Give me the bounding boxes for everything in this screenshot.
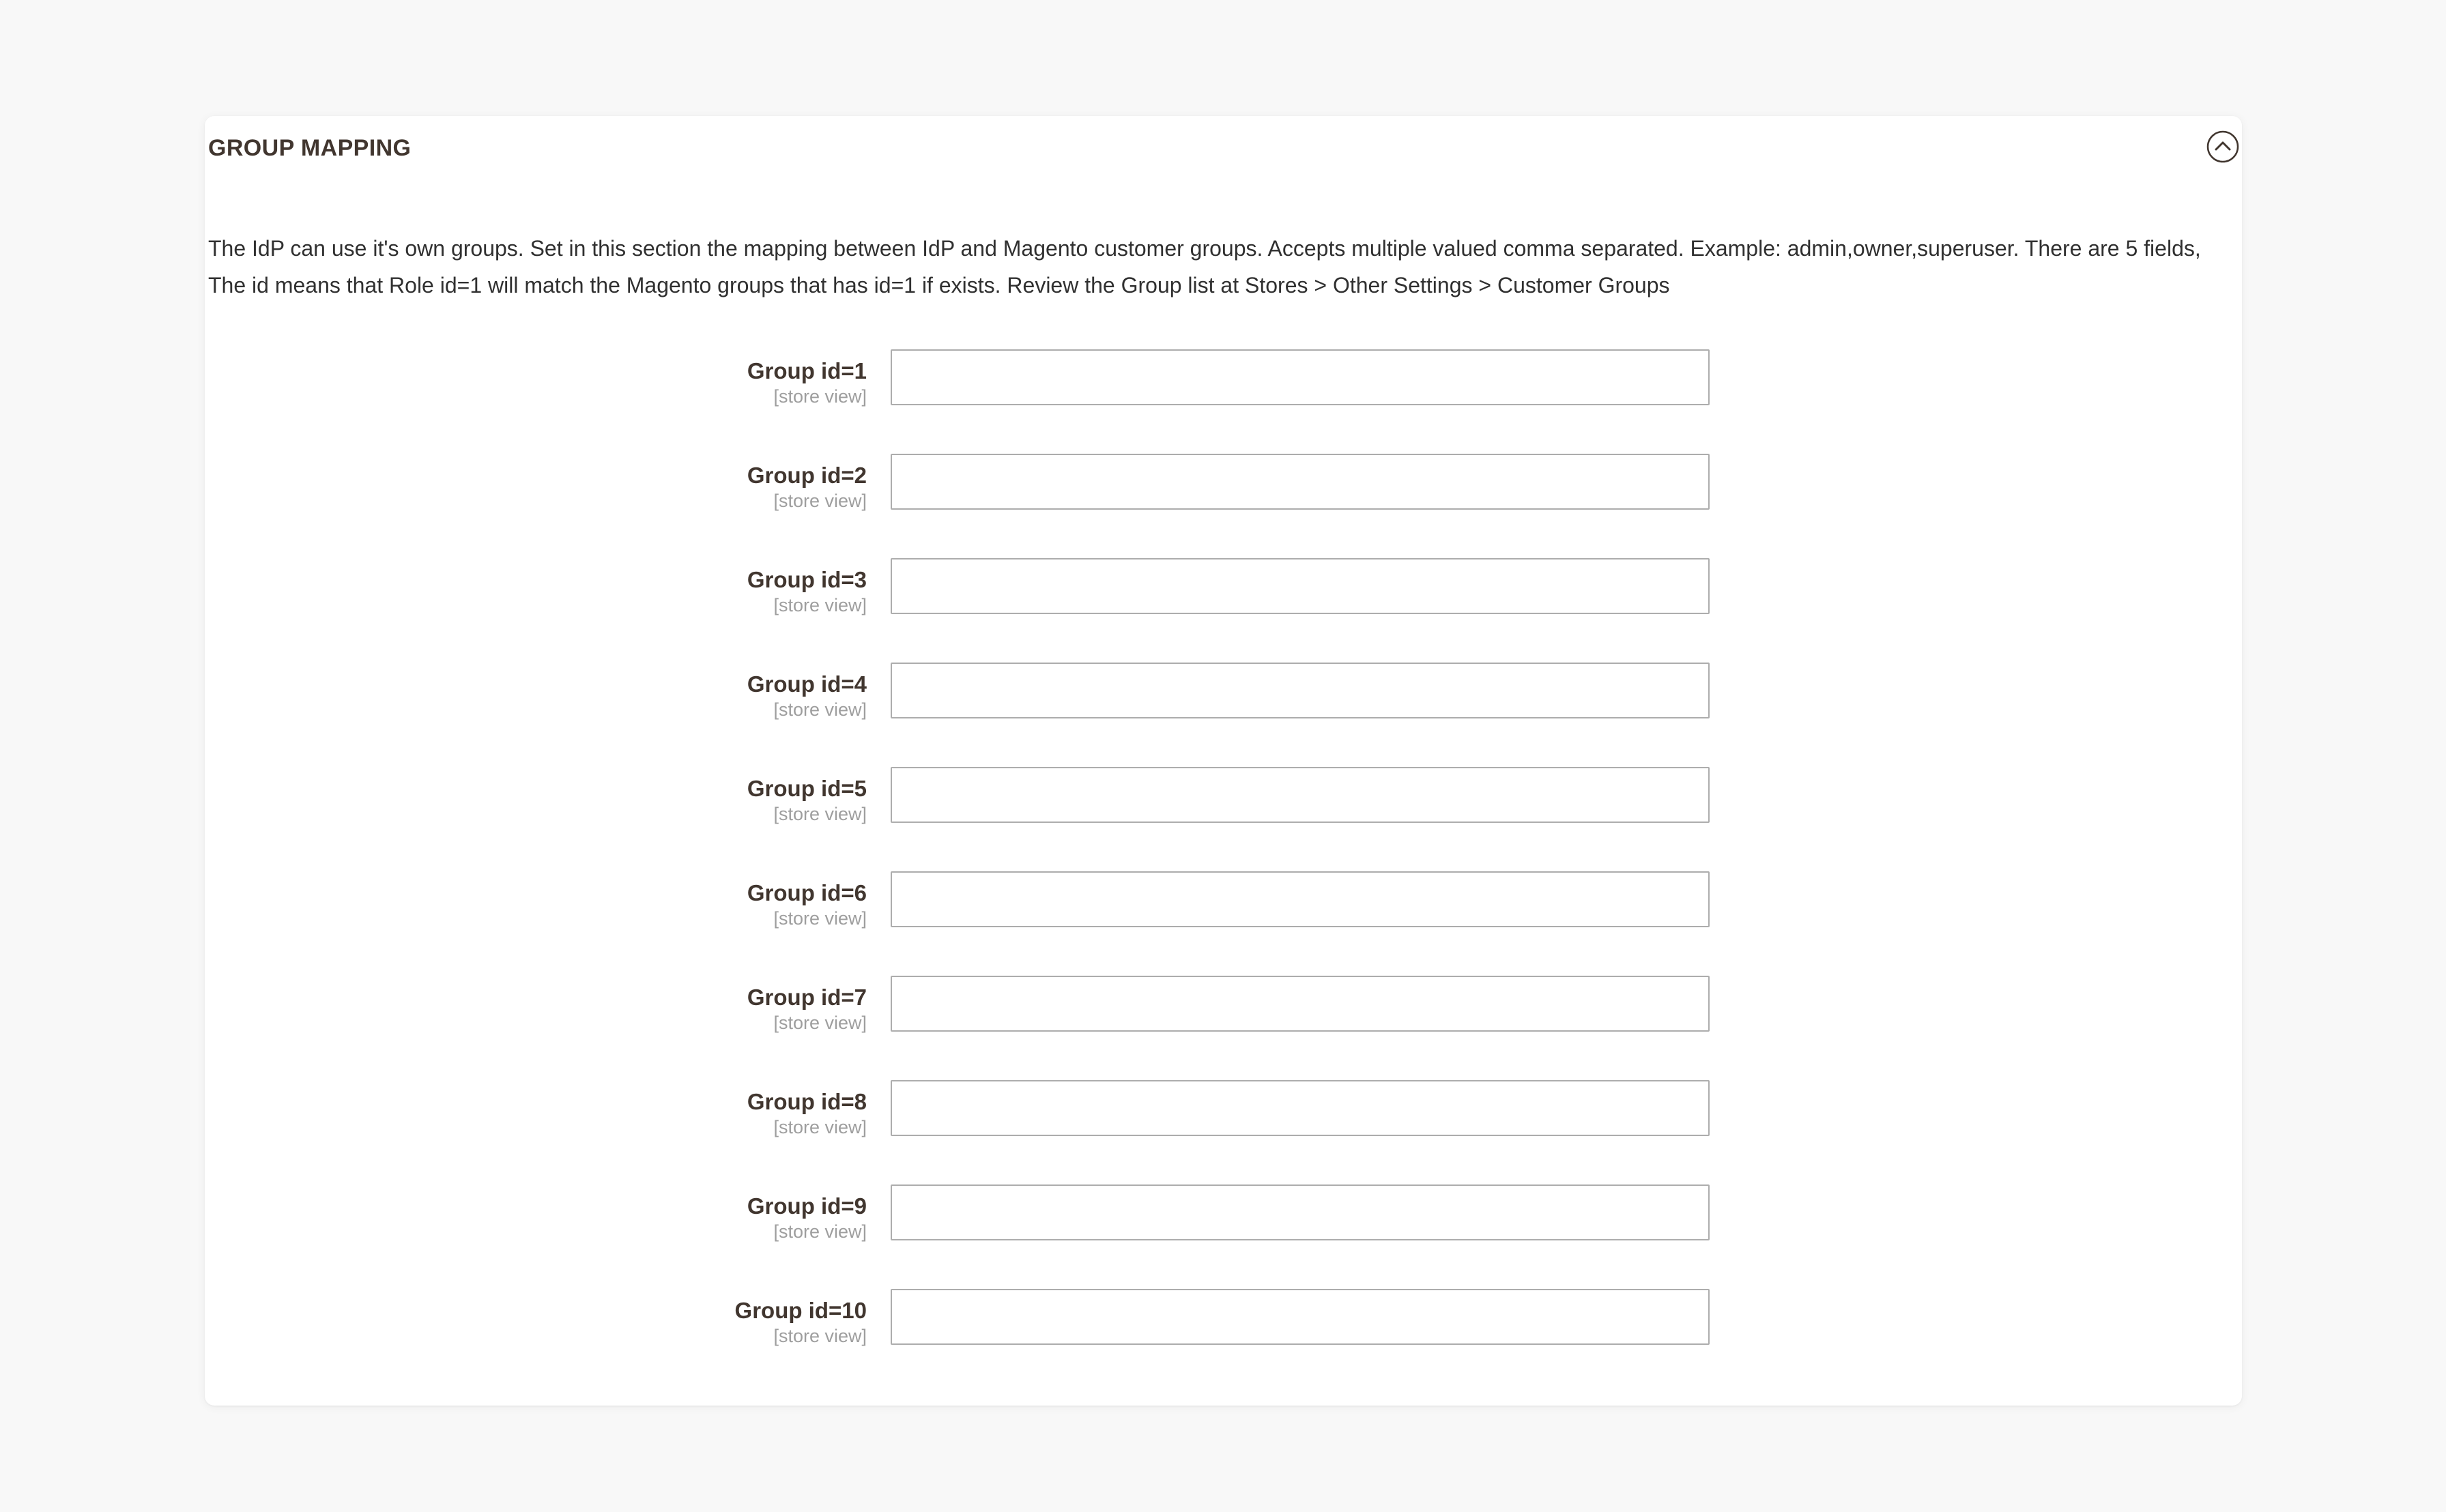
field-label-group: Group id=5 [store view] <box>205 759 867 826</box>
panel-description: The IdP can use it's own groups. Set in … <box>208 236 2201 297</box>
field-scope-label: [store view] <box>773 386 867 407</box>
field-row: Group id=4 [store view] <box>205 654 2242 759</box>
field-label-group: Group id=9 [store view] <box>205 1176 867 1243</box>
page-title: GROUP MAPPING <box>208 135 412 161</box>
field-scope-label: [store view] <box>773 1117 867 1137</box>
group-mapping-field-list: Group id=1 [store view] Group id=2 [store v… <box>205 341 2242 1385</box>
field-label: Group id=9 <box>747 1193 867 1219</box>
group-id-8-input[interactable] <box>891 1080 1710 1136</box>
field-label: Group id=2 <box>747 463 867 488</box>
field-row: Group id=9 [store view] <box>205 1176 2242 1281</box>
field-row: Group id=5 [store view] <box>205 759 2242 863</box>
field-scope-label: [store view] <box>773 595 867 615</box>
field-row: Group id=2 [store view] <box>205 446 2242 550</box>
field-label: Group id=1 <box>747 358 867 383</box>
field-scope-label: [store view] <box>773 1221 867 1242</box>
group-id-7-input[interactable] <box>891 976 1710 1032</box>
field-label: Group id=6 <box>747 880 867 905</box>
field-scope-label: [store view] <box>773 1326 867 1346</box>
field-row: Group id=6 [store view] <box>205 863 2242 968</box>
field-scope-label: [store view] <box>773 491 867 511</box>
field-label-group: Group id=8 [store view] <box>205 1072 867 1139</box>
group-id-2-input[interactable] <box>891 454 1710 510</box>
field-scope-label: [store view] <box>773 908 867 929</box>
field-row: Group id=3 [store view] <box>205 550 2242 654</box>
group-id-1-input[interactable] <box>891 349 1710 405</box>
field-row: Group id=8 [store view] <box>205 1072 2242 1176</box>
field-label-group: Group id=6 [store view] <box>205 863 867 930</box>
field-label: Group id=8 <box>747 1089 867 1114</box>
field-label: Group id=4 <box>747 671 867 697</box>
field-label-group: Group id=4 [store view] <box>205 654 867 721</box>
group-id-6-input[interactable] <box>891 871 1710 927</box>
group-id-9-input[interactable] <box>891 1184 1710 1240</box>
field-label-group: Group id=10 [store view] <box>205 1281 867 1348</box>
field-label-group: Group id=3 [store view] <box>205 550 867 617</box>
group-id-4-input[interactable] <box>891 663 1710 718</box>
field-label: Group id=10 <box>734 1298 867 1323</box>
field-scope-label: [store view] <box>773 1013 867 1033</box>
chevron-up-circle-icon[interactable] <box>2204 128 2242 166</box>
field-label-group: Group id=2 [store view] <box>205 446 867 512</box>
field-label-group: Group id=1 [store view] <box>205 341 867 408</box>
field-row: Group id=7 [store view] <box>205 968 2242 1072</box>
field-scope-label: [store view] <box>773 699 867 720</box>
panel-header: GROUP MAPPING <box>205 116 2242 191</box>
group-id-3-input[interactable] <box>891 558 1710 614</box>
field-label: Group id=7 <box>747 985 867 1010</box>
group-id-5-input[interactable] <box>891 767 1710 823</box>
group-mapping-panel: GROUP MAPPING The IdP can use it's own g… <box>205 116 2242 1406</box>
group-id-10-input[interactable] <box>891 1289 1710 1345</box>
field-label: Group id=3 <box>747 567 867 592</box>
field-label: Group id=5 <box>747 776 867 801</box>
field-scope-label: [store view] <box>773 804 867 824</box>
page-root: GROUP MAPPING The IdP can use it's own g… <box>0 0 2446 1512</box>
field-row: Group id=10 [store view] <box>205 1281 2242 1385</box>
field-row: Group id=1 [store view] <box>205 341 2242 446</box>
field-label-group: Group id=7 [store view] <box>205 968 867 1034</box>
